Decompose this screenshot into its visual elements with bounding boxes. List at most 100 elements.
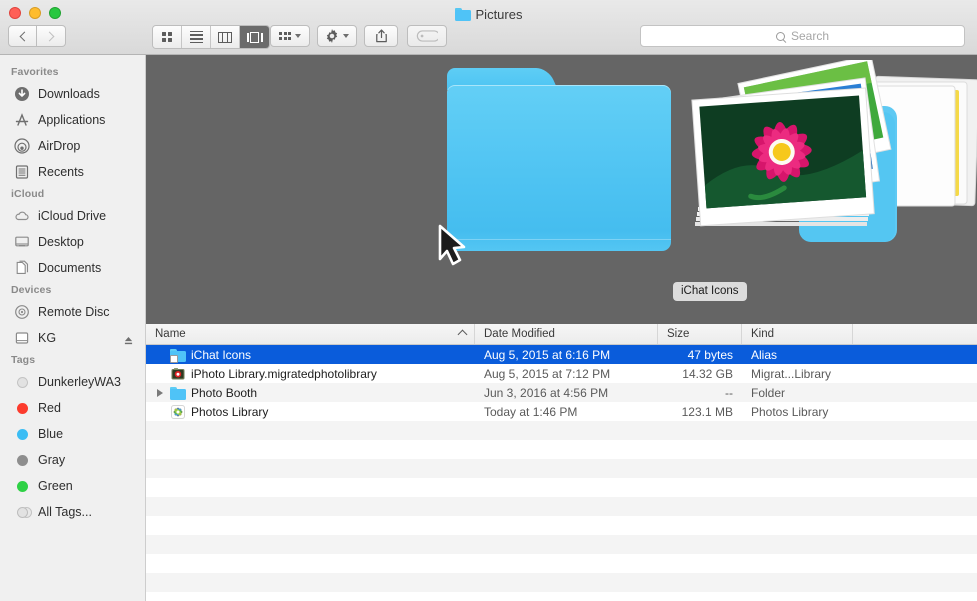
sidebar-item-label: Green (38, 479, 73, 493)
column-header-spacer (853, 324, 977, 344)
sidebar-item-recents[interactable]: Recents (0, 159, 145, 185)
empty-row (146, 592, 977, 601)
file-date-cell: Today at 1:46 PM (484, 404, 578, 419)
column-header-name[interactable]: Name (146, 324, 475, 344)
sidebar-item-label: Gray (38, 453, 66, 467)
file-row-spacer (853, 364, 977, 383)
sidebar-item-airdrop[interactable]: AirDrop (0, 133, 145, 159)
search-field[interactable]: Search (640, 25, 965, 47)
list-view-button[interactable] (182, 26, 211, 48)
view-mode-segmented-control (152, 25, 270, 49)
file-row-spacer (853, 402, 977, 421)
table-row[interactable]: Photo Booth Jun 3, 2016 at 4:56 PM -- Fo… (146, 383, 977, 402)
column-view-button[interactable] (211, 26, 240, 48)
sidebar-item-documents[interactable]: Documents (0, 255, 145, 281)
sidebar-item-kg[interactable]: KG (0, 325, 145, 351)
empty-row (146, 497, 977, 516)
column-header-label: Name (155, 328, 186, 340)
file-name-label: Photos Library (191, 404, 269, 419)
sidebar-item-label: Applications (38, 113, 106, 127)
iphoto-icon (170, 366, 186, 382)
coverflow-selected-label: iChat Icons (673, 282, 747, 301)
file-kind-cell: Folder (751, 385, 786, 400)
navigation-buttons (8, 25, 66, 47)
table-row[interactable]: iPhoto Library.migratedphotolibrary Aug … (146, 364, 977, 383)
file-name-cell: Photo Booth (146, 383, 475, 402)
sidebar-item-tag-green[interactable]: Green (0, 473, 145, 499)
sidebar-item-label: Remote Disc (38, 305, 110, 319)
sidebar-item-tag-blue[interactable]: Blue (0, 421, 145, 447)
columns-icon (218, 31, 232, 43)
sidebar-item-applications[interactable]: Applications (0, 107, 145, 133)
disclosure-triangle[interactable] (154, 388, 165, 397)
sidebar-item-label: iCloud Drive (38, 209, 107, 223)
sidebar-item-label: Red (38, 401, 61, 415)
sidebar-item-downloads[interactable]: Downloads (0, 81, 145, 107)
sidebar-section-icloud-heading: iCloud (11, 188, 45, 200)
sidebar-item-label: Recents (38, 165, 84, 179)
disc-icon (14, 304, 30, 320)
file-size-cell: 123.1 MB (681, 404, 733, 419)
sidebar-item-label: DunkerleyWA3 (38, 375, 121, 389)
finder-window: Pictures Search Favorites Downloads Appl… (0, 0, 977, 601)
tag-icon (416, 30, 438, 42)
action-button[interactable] (317, 25, 357, 47)
sidebar-item-tag-red[interactable]: Red (0, 395, 145, 421)
titlebar: Pictures Search (0, 0, 977, 55)
eject-icon[interactable] (124, 333, 133, 345)
chevron-right-icon (44, 31, 55, 41)
sidebar-item-label: Blue (38, 427, 64, 441)
search-placeholder: Search (790, 29, 830, 43)
grid-icon (162, 32, 172, 42)
downloads-icon (14, 86, 30, 102)
search-icon (775, 31, 785, 41)
sidebar-item-remote-disc[interactable]: Remote Disc (0, 299, 145, 325)
sidebar-item-tag-gray[interactable]: Gray (0, 447, 145, 473)
back-button[interactable] (8, 25, 37, 47)
sidebar-item-all-tags[interactable]: All Tags... (0, 499, 145, 525)
tag-dot-icon (14, 426, 30, 442)
coverflow-item-photo-library[interactable] (687, 60, 977, 275)
coverflow-panel[interactable]: iChat Icons (146, 55, 977, 324)
file-date-cell: Aug 5, 2015 at 7:12 PM (484, 366, 611, 381)
airdrop-icon (14, 138, 30, 154)
arrange-button[interactable] (270, 25, 310, 47)
empty-row (146, 421, 977, 440)
list-icon (189, 30, 203, 44)
gear-icon (326, 29, 338, 43)
sidebar-item-label: Desktop (38, 235, 84, 249)
column-header-kind[interactable]: Kind (742, 324, 853, 344)
sidebar-section-devices-heading: Devices (11, 284, 52, 296)
sidebar-item-desktop[interactable]: Desktop (0, 229, 145, 255)
file-name-label: Photo Booth (191, 385, 258, 400)
drive-icon (14, 330, 30, 346)
file-name-cell: Photos Library (146, 402, 475, 421)
window-title-text: Pictures (475, 6, 523, 22)
file-row-spacer (853, 383, 977, 402)
window-body: Favorites Downloads Applications AirDrop (0, 55, 977, 601)
table-row[interactable]: iChat Icons Aug 5, 2015 at 6:16 PM 47 by… (146, 345, 977, 364)
forward-button[interactable] (37, 25, 66, 47)
tag-button[interactable] (407, 25, 447, 47)
file-name-cell: iPhoto Library.migratedphotolibrary (146, 364, 475, 383)
sidebar-item-icloud-drive[interactable]: iCloud Drive (0, 203, 145, 229)
coverflow-item-ichat-icons[interactable] (438, 68, 671, 266)
column-header-label: Size (667, 328, 690, 340)
share-button[interactable] (364, 25, 398, 47)
coverflow-view-button[interactable] (240, 26, 269, 48)
sidebar-item-label: Downloads (38, 87, 100, 101)
table-row[interactable]: Photos Library Today at 1:46 PM 123.1 MB… (146, 402, 977, 421)
empty-row (146, 573, 977, 592)
column-header-date-modified[interactable]: Date Modified (475, 324, 658, 344)
alias-arrow-icon (438, 224, 466, 266)
window-title: Pictures (0, 5, 977, 23)
cloud-icon (14, 208, 30, 224)
folder-body (447, 85, 671, 251)
desktop-icon (14, 234, 30, 250)
column-header-size[interactable]: Size (658, 324, 742, 344)
main-pane: iChat Icons Name Date Modified Size Kind… (146, 55, 977, 601)
sidebar-item-tag-dunkerleywa3[interactable]: DunkerleyWA3 (0, 369, 145, 395)
file-size-cell: 47 bytes (687, 347, 733, 362)
icon-view-button[interactable] (153, 26, 182, 48)
empty-row (146, 535, 977, 554)
